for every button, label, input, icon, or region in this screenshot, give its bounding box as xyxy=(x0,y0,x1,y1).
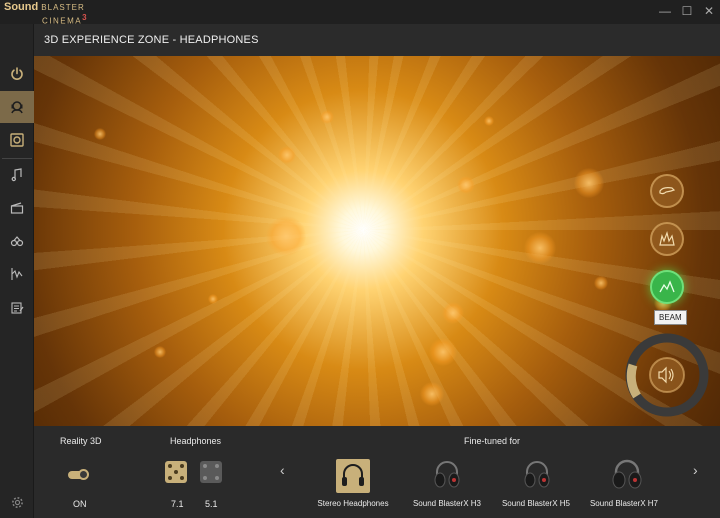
app-logo: Sound BLASTER CINEMA3 xyxy=(4,1,89,26)
speaker-icon xyxy=(10,133,24,147)
blasterx-h3-option[interactable] xyxy=(430,458,464,492)
particle xyxy=(484,116,494,126)
particle xyxy=(320,110,334,124)
stereo-headphones-label: Stereo Headphones xyxy=(317,499,389,508)
finetuned-label: Fine-tuned for xyxy=(464,436,521,446)
sidebar-item-power[interactable] xyxy=(0,58,34,90)
gear-icon xyxy=(11,496,23,508)
page-title: 3D EXPERIENCE ZONE - HEADPHONES xyxy=(44,34,259,46)
particle xyxy=(154,346,166,358)
carousel-prev-button[interactable]: ‹ xyxy=(280,462,285,478)
burst-effect-button[interactable] xyxy=(650,222,684,256)
sidebar-item-music[interactable] xyxy=(0,159,34,191)
speaker-5-1-label: 5.1 xyxy=(205,499,218,509)
particle xyxy=(420,382,444,406)
burst-icon xyxy=(659,230,675,246)
sidebar-item-equalizer[interactable] xyxy=(0,258,34,290)
blasterx-h7-label: Sound BlasterX H7 xyxy=(589,499,659,508)
particle xyxy=(594,276,608,290)
clapperboard-icon xyxy=(10,202,24,214)
gesture-effect-button[interactable] xyxy=(650,174,684,208)
hand-icon xyxy=(659,187,676,195)
sidebar-item-gaming[interactable] xyxy=(0,225,34,257)
particle xyxy=(278,146,296,164)
sidebar-item-notes[interactable] xyxy=(0,292,34,324)
particle xyxy=(266,216,306,256)
page-header: 3D EXPERIENCE ZONE - HEADPHONES xyxy=(34,24,720,56)
speaker-7-1-label: 7.1 xyxy=(171,499,184,509)
headphones-label: Headphones xyxy=(170,436,222,446)
notepad-icon xyxy=(11,302,24,314)
control-panel: Reality 3D ON Headphones 7.1 5.1 Fine-tu… xyxy=(34,426,720,518)
particle xyxy=(94,128,106,140)
effect-visualizer: BEAM xyxy=(34,56,720,426)
blasterx-h7-option[interactable] xyxy=(610,458,644,492)
gamepad-icon xyxy=(10,236,24,247)
reality3d-toggle[interactable] xyxy=(68,469,89,480)
sidebar xyxy=(0,24,34,518)
speaker-5-1-button[interactable] xyxy=(200,461,222,483)
particle xyxy=(429,338,457,366)
headphones-icon xyxy=(342,464,364,486)
headset-icon xyxy=(612,459,642,489)
music-note-icon xyxy=(11,168,22,182)
beam-icon xyxy=(659,280,675,293)
power-icon xyxy=(11,67,23,80)
speaker-7-1-button[interactable] xyxy=(165,461,187,483)
beam-effect-button[interactable] xyxy=(650,270,684,304)
minimize-button[interactable]: — xyxy=(654,0,676,22)
sidebar-item-3d-experience[interactable] xyxy=(0,91,34,123)
sidebar-item-speaker[interactable] xyxy=(0,124,34,156)
particle xyxy=(457,176,475,194)
close-button[interactable]: ✕ xyxy=(698,0,720,22)
headset-icon xyxy=(524,461,550,488)
particle xyxy=(208,294,218,304)
sidebar-item-cinema[interactable] xyxy=(0,192,34,224)
title-bar: Sound BLASTER CINEMA3 — ☐ ✕ xyxy=(0,0,720,26)
reality3d-label: Reality 3D xyxy=(60,436,102,446)
effect-tooltip: BEAM xyxy=(654,310,687,325)
maximize-button[interactable]: ☐ xyxy=(676,0,698,22)
volume-dial[interactable] xyxy=(624,332,710,418)
particle xyxy=(442,302,464,324)
particle xyxy=(524,232,556,264)
waveform-icon xyxy=(11,268,23,280)
stereo-headphones-option[interactable] xyxy=(336,459,370,493)
reality3d-state: ON xyxy=(73,499,87,509)
blasterx-h5-label: Sound BlasterX H5 xyxy=(501,499,571,508)
particle xyxy=(574,168,604,198)
sidebar-item-settings[interactable] xyxy=(0,486,34,518)
headset-icon xyxy=(434,461,460,488)
carousel-next-button[interactable]: › xyxy=(693,462,698,478)
headphone-user-icon xyxy=(11,101,23,114)
blasterx-h3-label: Sound BlasterX H3 xyxy=(412,499,482,508)
blasterx-h5-option[interactable] xyxy=(520,458,554,492)
